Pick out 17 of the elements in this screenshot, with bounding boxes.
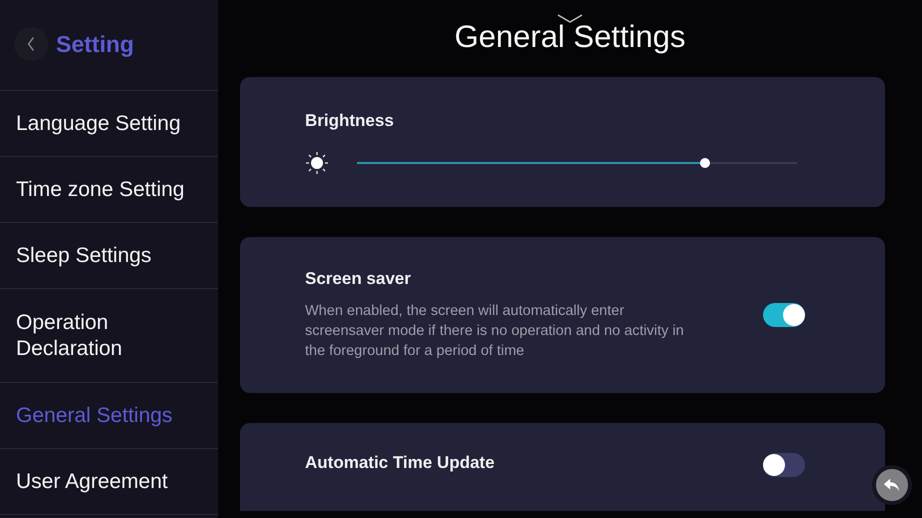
page-title: General Settings [454, 19, 686, 55]
sidebar-item[interactable]: Operation Declaration [0, 289, 218, 383]
chevron-left-icon [26, 36, 36, 52]
sidebar-item[interactable]: Time zone Setting [0, 157, 218, 223]
toggle-switch[interactable] [763, 303, 805, 327]
toggle-switch[interactable] [763, 453, 805, 477]
sidebar-item[interactable]: User Agreement [0, 449, 218, 515]
return-button[interactable] [872, 465, 912, 505]
sidebar-item[interactable]: Language Setting [0, 91, 218, 157]
setting-title: Screen saver [305, 269, 412, 289]
sidebar-title: Setting [56, 30, 134, 59]
setting-description: When enabled, the screen will automatically enter screensaver mode if there is no operation and no activity in the foreground for a period of time [305, 302, 685, 361]
sun-icon [305, 151, 329, 175]
chevron-down-icon[interactable] [557, 14, 583, 24]
setting-title: Automatic Time Update [305, 453, 496, 473]
sidebar-item[interactable]: Sleep Settings [0, 223, 218, 289]
setting-title: Brightness [305, 111, 395, 131]
